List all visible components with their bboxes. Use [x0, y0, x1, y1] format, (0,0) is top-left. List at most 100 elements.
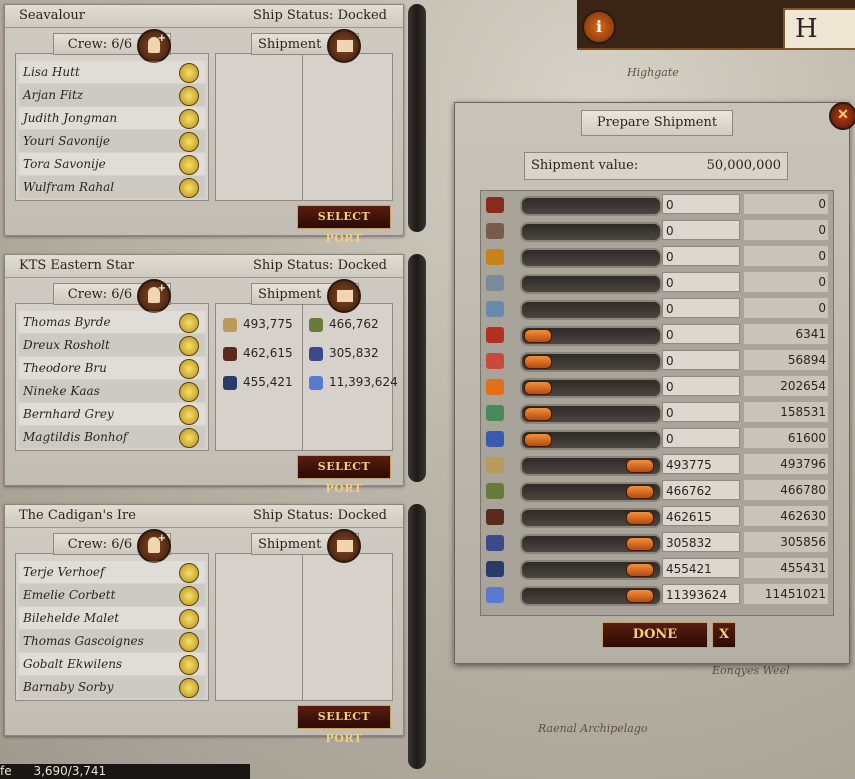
quantity-input[interactable]: 0 [662, 220, 740, 240]
top-title-tab[interactable]: H [783, 8, 855, 50]
quantity-input[interactable]: 462615 [662, 506, 740, 526]
crew-member[interactable]: Lisa Hutt [19, 61, 205, 83]
crate-icon[interactable] [327, 279, 361, 313]
crew-member[interactable]: Gobalt Ekwilens [19, 653, 205, 675]
crew-member[interactable]: Wulfram Rahal [19, 176, 205, 198]
add-crew-icon[interactable]: + [137, 529, 171, 563]
scrollbar[interactable] [408, 504, 426, 769]
dismiss-crew-icon[interactable] [179, 336, 199, 356]
quantity-slider[interactable] [520, 456, 662, 476]
quantity-slider[interactable] [520, 274, 662, 294]
quantity-slider[interactable] [520, 430, 662, 450]
crew-member[interactable]: Nineke Kaas [19, 380, 205, 402]
quantity-input[interactable]: 0 [662, 246, 740, 266]
quantity-input[interactable]: 305832 [662, 532, 740, 552]
dismiss-crew-icon[interactable] [179, 109, 199, 129]
quantity-slider[interactable] [520, 222, 662, 242]
crew-name: Thomas Gascoignes [23, 634, 144, 648]
slider-handle[interactable] [626, 563, 654, 577]
dismiss-crew-icon[interactable] [179, 586, 199, 606]
dismiss-crew-icon[interactable] [179, 632, 199, 652]
dismiss-crew-icon[interactable] [179, 609, 199, 629]
quantity-input[interactable]: 493775 [662, 454, 740, 474]
quantity-slider[interactable] [520, 560, 662, 580]
info-icon[interactable]: i [582, 10, 616, 44]
dismiss-crew-icon[interactable] [179, 63, 199, 83]
slider-handle[interactable] [524, 329, 552, 343]
slider-handle[interactable] [626, 589, 654, 603]
dismiss-crew-icon[interactable] [179, 86, 199, 106]
crew-member[interactable]: Theodore Bru [19, 357, 205, 379]
dismiss-crew-icon[interactable] [179, 155, 199, 175]
crew-member[interactable]: Arjan Fitz [19, 84, 205, 106]
crew-member[interactable]: Bernhard Grey [19, 403, 205, 425]
dismiss-crew-icon[interactable] [179, 428, 199, 448]
dismiss-crew-icon[interactable] [179, 563, 199, 583]
crew-member[interactable]: Thomas Gascoignes [19, 630, 205, 652]
select-port-button[interactable]: SELECT PORT [297, 205, 391, 245]
slider-handle[interactable] [626, 485, 654, 499]
quantity-input[interactable]: 0 [662, 324, 740, 344]
select-port-button[interactable]: SELECT PORT [297, 455, 391, 495]
available-amount: 0 [744, 220, 828, 240]
dismiss-crew-icon[interactable] [179, 678, 199, 698]
quantity-slider[interactable] [520, 378, 662, 398]
quantity-input[interactable]: 0 [662, 298, 740, 318]
done-button[interactable]: DONE [602, 622, 708, 648]
quantity-input[interactable]: 0 [662, 402, 740, 422]
crate-icon[interactable] [327, 29, 361, 63]
dismiss-crew-icon[interactable] [179, 382, 199, 402]
quantity-slider[interactable] [520, 586, 662, 606]
slider-handle[interactable] [524, 433, 552, 447]
crew-member[interactable]: Thomas Byrde [19, 311, 205, 333]
dismiss-crew-icon[interactable] [179, 178, 199, 198]
crew-member[interactable]: Judith Jongman [19, 107, 205, 129]
quantity-input[interactable]: 466762 [662, 480, 740, 500]
dialog-title: Prepare Shipment [581, 110, 733, 136]
quantity-input[interactable]: 0 [662, 194, 740, 214]
crew-member[interactable]: Magtildis Bonhof [19, 426, 205, 448]
quantity-slider[interactable] [520, 326, 662, 346]
quantity-slider[interactable] [520, 508, 662, 528]
dismiss-crew-icon[interactable] [179, 132, 199, 152]
close-icon[interactable]: ✕ [829, 102, 855, 130]
dismiss-crew-icon[interactable] [179, 405, 199, 425]
dismiss-crew-icon[interactable] [179, 655, 199, 675]
quantity-slider[interactable] [520, 482, 662, 502]
crew-member[interactable]: Emelie Corbett [19, 584, 205, 606]
crew-member[interactable]: Bilehelde Malet [19, 607, 205, 629]
quantity-slider[interactable] [520, 352, 662, 372]
quantity-input[interactable]: 455421 [662, 558, 740, 578]
quantity-input[interactable]: 0 [662, 428, 740, 448]
quantity-slider[interactable] [520, 404, 662, 424]
crew-member[interactable]: Tora Savonije [19, 153, 205, 175]
slider-handle[interactable] [524, 355, 552, 369]
quantity-slider[interactable] [520, 300, 662, 320]
slider-handle[interactable] [626, 459, 654, 473]
select-port-button[interactable]: SELECT PORT [297, 705, 391, 745]
crystal-icon [486, 587, 504, 603]
crate-icon[interactable] [327, 529, 361, 563]
add-crew-icon[interactable]: + [137, 29, 171, 63]
quantity-input[interactable]: 0 [662, 350, 740, 370]
dismiss-crew-icon[interactable] [179, 313, 199, 333]
quantity-slider[interactable] [520, 248, 662, 268]
quantity-input[interactable]: 0 [662, 376, 740, 396]
scrollbar[interactable] [408, 4, 426, 232]
slider-handle[interactable] [626, 511, 654, 525]
scrollbar[interactable] [408, 254, 426, 482]
crew-member[interactable]: Dreux Rosholt [19, 334, 205, 356]
crew-member[interactable]: Youri Savonije [19, 130, 205, 152]
slider-handle[interactable] [524, 407, 552, 421]
dismiss-crew-icon[interactable] [179, 359, 199, 379]
crew-member[interactable]: Barnaby Sorby [19, 676, 205, 698]
quantity-input[interactable]: 11393624 [662, 584, 740, 604]
crew-member[interactable]: Terje Verhoef [19, 561, 205, 583]
quantity-slider[interactable] [520, 534, 662, 554]
slider-handle[interactable] [524, 381, 552, 395]
quantity-slider[interactable] [520, 196, 662, 216]
add-crew-icon[interactable]: + [137, 279, 171, 313]
quantity-input[interactable]: 0 [662, 272, 740, 292]
slider-handle[interactable] [626, 537, 654, 551]
cancel-button[interactable]: X [712, 622, 736, 648]
